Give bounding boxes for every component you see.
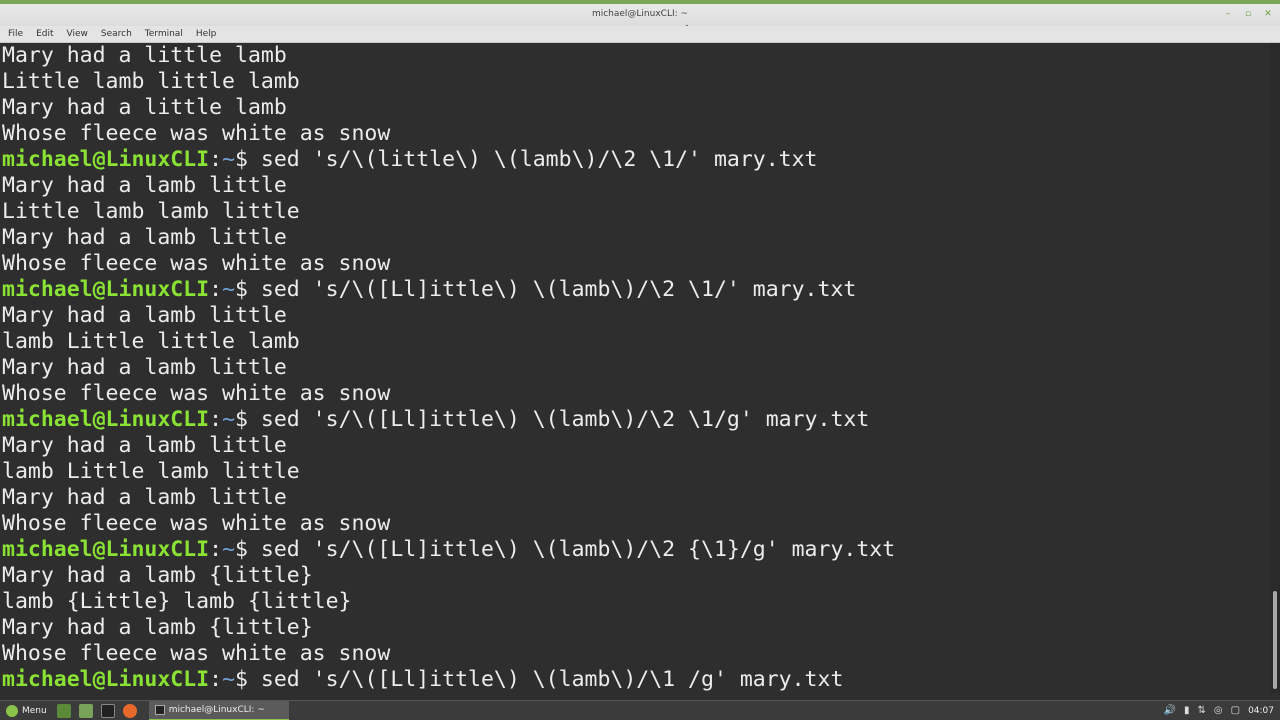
clock: 04:07 bbox=[1248, 705, 1274, 716]
prompt-separator: : bbox=[209, 537, 223, 562]
prompt-user: michael@LinuxCLI bbox=[2, 277, 210, 302]
terminal-output-line: Mary had a lamb little bbox=[2, 485, 287, 510]
window-title: michael@LinuxCLI: ~ bbox=[591, 9, 689, 19]
system-tray: 🔊 ▮ ⇅ ◎ ▢ 04:07 bbox=[1164, 705, 1280, 716]
scrollbar[interactable] bbox=[1270, 43, 1280, 693]
taskbar-window-terminal[interactable]: michael@LinuxCLI: ~ bbox=[148, 700, 289, 720]
menu-help[interactable]: Help bbox=[196, 29, 217, 39]
terminal-output-line: Whose fleece was white as snow bbox=[2, 511, 391, 536]
prompt-symbol: $ bbox=[235, 277, 261, 302]
show-desktop-icon[interactable] bbox=[56, 703, 71, 718]
prompt-separator: : bbox=[209, 667, 223, 692]
prompt-user: michael@LinuxCLI bbox=[2, 407, 210, 432]
prompt-path: ~ bbox=[222, 537, 236, 562]
window-titlebar[interactable]: michael@LinuxCLI: ~ – ▫ ✕ bbox=[0, 0, 1280, 26]
volume-icon[interactable]: 🔊 bbox=[1164, 705, 1176, 716]
shield-icon[interactable]: ◎ bbox=[1214, 705, 1223, 716]
prompt-path: ~ bbox=[222, 407, 236, 432]
prompt-user: michael@LinuxCLI bbox=[2, 667, 210, 692]
prompt-user: michael@LinuxCLI bbox=[2, 147, 210, 172]
terminal-icon bbox=[154, 704, 165, 715]
terminal-output-line: Mary had a lamb {little} bbox=[2, 563, 313, 588]
menu-view[interactable]: View bbox=[67, 29, 88, 39]
terminal-output-line: Mary had a lamb little bbox=[2, 355, 287, 380]
terminal-command-line: michael@LinuxCLI:~$ sed 's/\(little\) \(… bbox=[2, 147, 1270, 173]
prompt-path: ~ bbox=[222, 667, 236, 692]
terminal-output-line: Whose fleece was white as snow bbox=[2, 251, 391, 276]
taskbar: Menu michael@LinuxCLI: ~ 🔊 ▮ ⇅ ◎ ▢ 04:07 bbox=[0, 700, 1280, 720]
terminal-launcher-icon[interactable] bbox=[100, 703, 115, 718]
prompt-path: ~ bbox=[222, 277, 236, 302]
command-text: sed 's/\([Ll]ittle\) \(lamb\)/\2 \1/' ma… bbox=[260, 277, 857, 302]
prompt-path: ~ bbox=[222, 147, 236, 172]
terminal-output-line: Mary had a lamb little bbox=[2, 173, 287, 198]
command-text: sed 's/\([Ll]ittle\) \(lamb\)/\2 {\1}/g'… bbox=[260, 537, 896, 562]
taskbar-window-label: michael@LinuxCLI: ~ bbox=[168, 704, 265, 715]
menu-terminal[interactable]: Terminal bbox=[145, 29, 183, 39]
close-icon[interactable]: ✕ bbox=[1262, 8, 1274, 20]
terminal-command-line: michael@LinuxCLI:~$ sed 's/\([Ll]ittle\)… bbox=[2, 537, 1270, 563]
command-text: sed 's/\([Ll]ittle\) \(lamb\)/\2 \1/g' m… bbox=[260, 407, 870, 432]
terminal-output-line: Little lamb little lamb bbox=[2, 69, 300, 94]
mint-logo-icon bbox=[6, 704, 18, 717]
terminal-command-line: michael@LinuxCLI:~$ sed 's/\([Ll]ittle\)… bbox=[2, 407, 1270, 433]
terminal-output-line: Mary had a lamb little bbox=[2, 433, 287, 458]
prompt-symbol: $ bbox=[235, 147, 261, 172]
terminal-output-line: Little lamb lamb little bbox=[2, 199, 300, 224]
terminal-output-line: Whose fleece was white as snow bbox=[2, 381, 391, 406]
network-icon[interactable]: ⇅ bbox=[1197, 705, 1205, 716]
terminal-output-line: Mary had a little lamb bbox=[2, 43, 287, 68]
prompt-separator: : bbox=[209, 147, 223, 172]
command-text: sed 's/\([Ll]ittle\) \(lamb\)/\1 /g' mar… bbox=[260, 667, 844, 692]
prompt-symbol: $ bbox=[235, 407, 261, 432]
menubar: File Edit View Search Terminal Help bbox=[0, 26, 1280, 43]
maximize-icon[interactable]: ▫ bbox=[1242, 8, 1254, 20]
terminal-output-line: Whose fleece was white as snow bbox=[2, 121, 391, 146]
prompt-user: michael@LinuxCLI bbox=[2, 537, 210, 562]
terminal-output-line: lamb {Little} lamb {little} bbox=[2, 589, 352, 614]
file-manager-icon[interactable] bbox=[78, 703, 93, 718]
firefox-icon[interactable] bbox=[122, 703, 137, 718]
display-icon[interactable]: ▢ bbox=[1231, 705, 1240, 716]
menu-search[interactable]: Search bbox=[101, 29, 132, 39]
terminal-output-line: Mary had a lamb little bbox=[2, 303, 287, 328]
terminal-output-line: Whose fleece was white as snow bbox=[2, 641, 391, 666]
terminal-command-line: michael@LinuxCLI:~$ sed 's/\([Ll]ittle\)… bbox=[2, 277, 1270, 303]
prompt-symbol: $ bbox=[235, 537, 261, 562]
command-text: sed 's/\(little\) \(lamb\)/\2 \1/' mary.… bbox=[260, 147, 818, 172]
prompt-separator: : bbox=[209, 407, 223, 432]
menu-edit[interactable]: Edit bbox=[36, 29, 53, 39]
terminal-output-line: Mary had a lamb {little} bbox=[2, 615, 313, 640]
terminal-output-line: Mary had a lamb little bbox=[2, 225, 287, 250]
menu-file[interactable]: File bbox=[8, 29, 23, 39]
prompt-separator: : bbox=[209, 277, 223, 302]
terminal-output-line: Mary had a little lamb bbox=[2, 95, 287, 120]
minimize-icon[interactable]: – bbox=[1222, 8, 1234, 20]
prompt-symbol: $ bbox=[235, 667, 261, 692]
start-menu-label: Menu bbox=[22, 705, 47, 716]
terminal-output[interactable]: Mary had a little lamb Little lamb little… bbox=[0, 43, 1270, 693]
scrollbar-thumb[interactable] bbox=[1273, 591, 1277, 689]
terminal-output-line: lamb Little little lamb bbox=[2, 329, 300, 354]
terminal-output-line: lamb Little lamb little bbox=[2, 459, 300, 484]
terminal-command-line: michael@LinuxCLI:~$ sed 's/\([Ll]ittle\)… bbox=[2, 667, 1270, 693]
start-menu-button[interactable]: Menu bbox=[0, 701, 53, 720]
usb-icon[interactable]: ▮ bbox=[1184, 705, 1190, 716]
